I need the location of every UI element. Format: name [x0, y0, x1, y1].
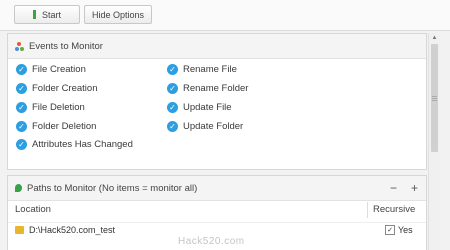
checked-circle-icon: ✓ [16, 139, 27, 150]
event-label: Folder Creation [32, 83, 98, 94]
event-label: File Creation [32, 64, 86, 75]
event-attributes-changed[interactable]: ✓ Attributes Has Changed [16, 139, 133, 150]
recursive-cell[interactable]: ✓ Yes [385, 225, 413, 235]
paths-actions: − + [390, 181, 418, 195]
paths-icon [15, 184, 22, 192]
event-update-folder[interactable]: ✓ Update Folder [167, 121, 243, 132]
checked-circle-icon: ✓ [16, 64, 27, 75]
event-folder-creation[interactable]: ✓ Folder Creation [16, 83, 97, 94]
path-location: D:\Hack520.com_test [29, 225, 116, 235]
checked-circle-icon: ✓ [16, 102, 27, 113]
event-label: Rename Folder [183, 83, 249, 94]
toolbar: Start Hide Options [0, 0, 450, 31]
events-panel: Events to Monitor ✓ File Creation ✓ Fold… [7, 33, 427, 170]
checked-circle-icon: ✓ [167, 102, 178, 113]
checked-circle-icon: ✓ [16, 83, 27, 94]
grip-icon [432, 96, 437, 97]
event-label: Update File [183, 102, 232, 113]
column-recursive[interactable]: Recursive [373, 204, 415, 215]
events-title: Events to Monitor [29, 40, 103, 52]
checked-circle-icon: ✓ [167, 83, 178, 94]
hide-options-label: Hide Options [91, 9, 145, 20]
vertical-scrollbar[interactable]: ▲ [428, 33, 440, 250]
scroll-up-arrow-icon[interactable]: ▲ [429, 33, 440, 43]
event-label: Rename File [183, 64, 237, 75]
event-file-deletion[interactable]: ✓ File Deletion [16, 102, 85, 113]
event-label: File Deletion [32, 102, 85, 113]
event-update-file[interactable]: ✓ Update File [167, 102, 232, 113]
event-label: Update Folder [183, 121, 244, 132]
start-icon [32, 10, 36, 19]
column-location[interactable]: Location [15, 204, 51, 215]
start-button[interactable]: Start [14, 5, 80, 24]
events-header: Events to Monitor [8, 34, 426, 59]
checked-circle-icon: ✓ [16, 121, 27, 132]
add-path-button[interactable]: + [411, 181, 418, 195]
paths-title: Paths to Monitor (No items = monitor all… [27, 182, 198, 194]
watermark: Hack520.com [178, 236, 245, 247]
recursive-value: Yes [398, 225, 413, 235]
event-rename-file[interactable]: ✓ Rename File [167, 64, 237, 75]
paths-header: Paths to Monitor (No items = monitor all… [8, 176, 426, 201]
paths-column-headers: Location Recursive [8, 202, 426, 218]
events-icon [15, 41, 24, 51]
event-label: Attributes Has Changed [32, 139, 133, 150]
event-label: Folder Deletion [32, 121, 97, 132]
event-file-creation[interactable]: ✓ File Creation [16, 64, 86, 75]
checked-circle-icon: ✓ [167, 121, 178, 132]
event-folder-deletion[interactable]: ✓ Folder Deletion [16, 121, 96, 132]
remove-path-button[interactable]: − [390, 181, 397, 195]
event-rename-folder[interactable]: ✓ Rename Folder [167, 83, 248, 94]
start-label: Start [41, 9, 61, 20]
checked-circle-icon: ✓ [167, 64, 178, 75]
recursive-checkbox[interactable]: ✓ [385, 225, 395, 235]
folder-icon [15, 226, 24, 234]
hide-options-button[interactable]: Hide Options [84, 5, 152, 24]
column-divider [367, 202, 368, 218]
scrollbar-thumb[interactable] [431, 44, 438, 152]
